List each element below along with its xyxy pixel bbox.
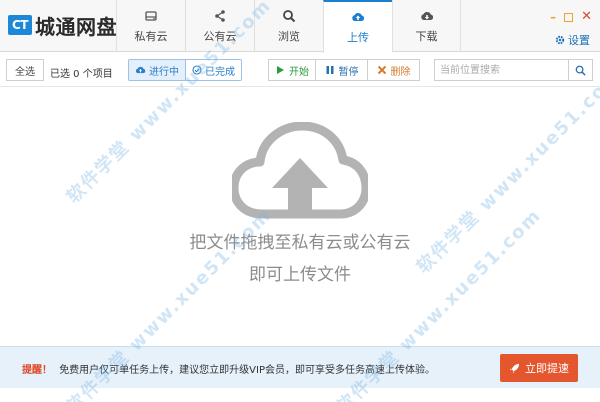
- tab-label: 私有云: [134, 29, 168, 43]
- completed-label: 已完成: [205, 66, 235, 78]
- footer-strip: [0, 388, 600, 402]
- delete-button[interactable]: 删除: [368, 59, 420, 81]
- cloud-upload-icon: [352, 12, 365, 21]
- rocket-icon: [509, 363, 520, 373]
- pause-label: 暂停: [338, 66, 359, 78]
- window-controls: – ✕: [550, 10, 592, 23]
- in-progress-filter[interactable]: 进行中: [129, 60, 186, 80]
- main-tabs: 私有云 公有云 浏览 上传 下载: [116, 0, 461, 53]
- in-progress-label: 进行中: [149, 66, 179, 78]
- status-filter: 进行中 已完成: [128, 59, 242, 81]
- cloud-upload-icon: [135, 66, 146, 74]
- search-box: [434, 59, 593, 81]
- tab-download[interactable]: 下载: [392, 0, 461, 52]
- notice-message: 提醒！ 免费用户仅可单任务上传，建议您立即升级VIP会员，即可享受多任务高速上传…: [22, 361, 435, 376]
- play-icon: [277, 66, 284, 74]
- tab-private-cloud[interactable]: 私有云: [116, 0, 185, 52]
- upgrade-button[interactable]: 立即提速: [500, 354, 578, 382]
- pause-button[interactable]: 暂停: [316, 59, 368, 81]
- drop-hint-line1: 把文件拖拽至私有云或公有云: [189, 233, 411, 253]
- gear-icon: [555, 35, 565, 45]
- selected-count: 已选 0 个项目: [50, 69, 113, 80]
- delete-label: 删除: [390, 66, 411, 78]
- pause-icon: [326, 66, 333, 74]
- maximize-button[interactable]: [564, 12, 574, 22]
- close-button[interactable]: ✕: [581, 10, 592, 23]
- tab-label: 公有云: [203, 29, 237, 43]
- drop-hint-line2: 即可上传文件: [249, 265, 351, 285]
- search-icon: [575, 65, 586, 76]
- search-input[interactable]: [435, 60, 568, 80]
- logo-text: 城通网盘: [35, 14, 117, 39]
- cloud-upload-icon: [232, 122, 368, 219]
- search-button[interactable]: [568, 60, 592, 80]
- settings-button[interactable]: 设置: [555, 32, 590, 48]
- notice-text: 免费用户仅可单任务上传，建议您立即升级VIP会员，即可享受多任务高速上传体验。: [59, 365, 436, 376]
- tab-label: 上传: [347, 31, 369, 44]
- upgrade-label: 立即提速: [525, 362, 569, 375]
- app-logo: CT 城通网盘: [8, 12, 117, 39]
- settings-label: 设置: [568, 34, 590, 47]
- upload-drop-area[interactable]: 把文件拖拽至私有云或公有云 即可上传文件: [0, 88, 600, 346]
- check-circle-icon: [192, 65, 202, 75]
- close-icon: [377, 65, 386, 75]
- start-label: 开始: [289, 66, 309, 78]
- completed-filter[interactable]: 已完成: [186, 60, 241, 80]
- search-icon: [283, 9, 296, 22]
- tab-label: 浏览: [278, 29, 300, 43]
- start-button[interactable]: 开始: [268, 59, 316, 81]
- cloud-download-icon: [420, 11, 433, 20]
- select-all-button[interactable]: 全选: [6, 59, 44, 81]
- tab-label: 下载: [415, 29, 438, 43]
- notice-bar: 提醒！ 免费用户仅可单任务上传，建议您立即升级VIP会员，即可享受多任务高速上传…: [0, 346, 600, 388]
- share-icon: [215, 9, 225, 22]
- notice-title: 提醒！: [22, 365, 52, 376]
- tab-browse[interactable]: 浏览: [254, 0, 323, 52]
- title-bar: CT 城通网盘 私有云 公有云 浏览 上传 下载 – ✕ 设置: [0, 0, 600, 53]
- tab-public-cloud[interactable]: 公有云: [185, 0, 254, 52]
- drive-icon: [145, 10, 157, 21]
- minimize-button[interactable]: –: [550, 11, 556, 23]
- tab-upload[interactable]: 上传: [323, 0, 392, 53]
- toolbar: 全选 已选 0 个项目 进行中 已完成 开始 暂停 删除: [0, 53, 600, 87]
- logo-badge: CT: [8, 15, 32, 35]
